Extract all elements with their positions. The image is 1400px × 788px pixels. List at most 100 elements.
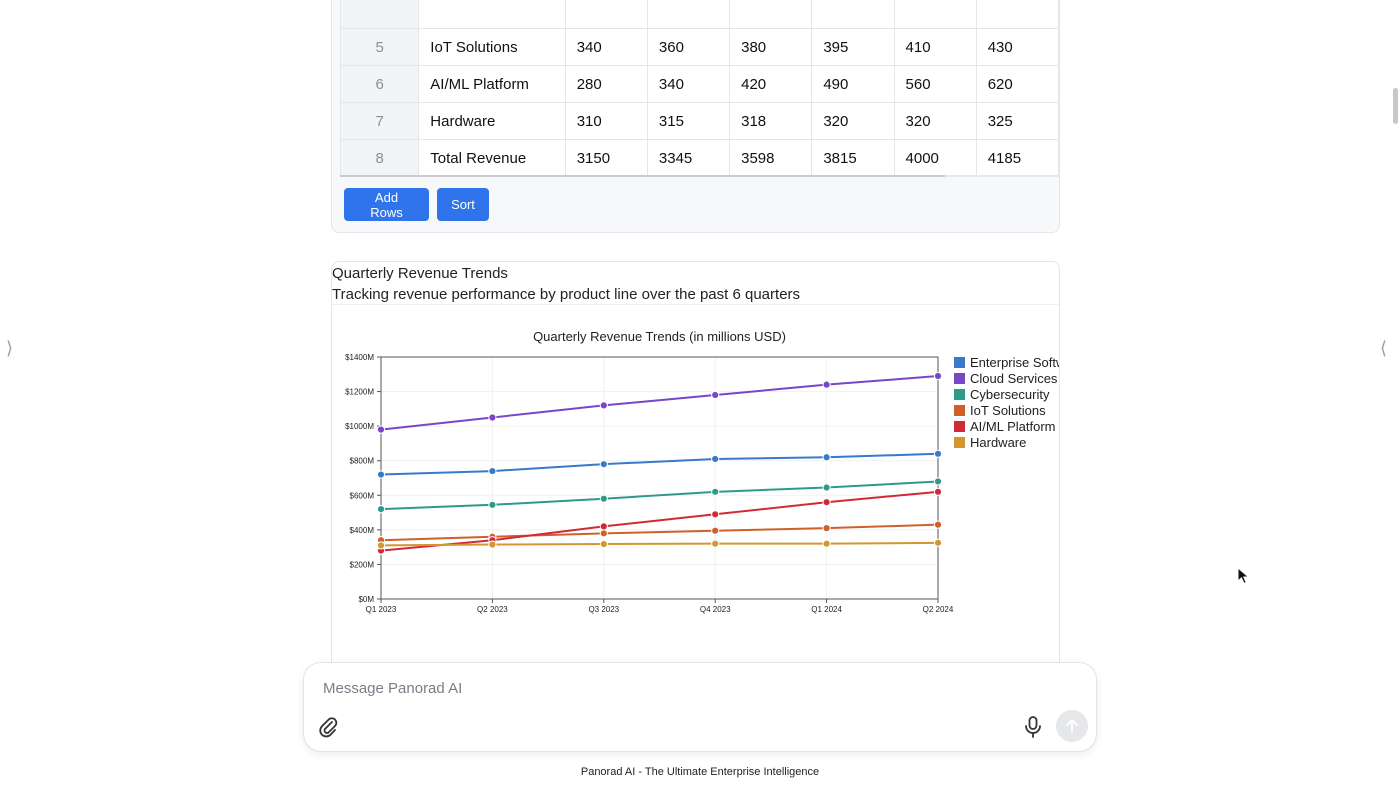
row-number: 8 bbox=[340, 139, 420, 176]
y-tick-label: $200M bbox=[350, 560, 375, 569]
table-cell[interactable]: 3815 bbox=[811, 139, 895, 176]
table-cell[interactable]: AI/ML Platform bbox=[418, 65, 566, 103]
data-point bbox=[376, 425, 386, 434]
data-point bbox=[711, 510, 720, 519]
table-cell[interactable]: 395 bbox=[811, 28, 895, 66]
y-tick-label: $0M bbox=[358, 595, 374, 604]
y-tick-label: $600M bbox=[350, 491, 375, 500]
table-cell[interactable]: 320 bbox=[811, 102, 895, 140]
data-point bbox=[599, 401, 608, 410]
send-button[interactable] bbox=[1056, 710, 1088, 742]
table-cell[interactable]: 3150 bbox=[564, 139, 648, 176]
chart-card: Quarterly Revenue Trends Tracking revenu… bbox=[331, 261, 1060, 683]
table-cell[interactable]: 360 bbox=[646, 28, 731, 66]
plot-area bbox=[381, 357, 938, 599]
table-cell[interactable]: 320 bbox=[893, 102, 977, 140]
table-cell[interactable]: 310 bbox=[564, 102, 648, 140]
message-composer bbox=[303, 662, 1097, 752]
x-tick-label: Q2 2024 bbox=[923, 605, 954, 614]
table-cell[interactable]: 430 bbox=[975, 28, 1059, 66]
table-row: 8 Total Revenue 3150 3345 3598 3815 4000… bbox=[340, 139, 1059, 176]
table-cell[interactable]: 318 bbox=[729, 102, 813, 140]
table-cell[interactable]: 3598 bbox=[729, 139, 813, 176]
chart-card-title: Quarterly Revenue Trends bbox=[332, 265, 508, 282]
row-number: 7 bbox=[340, 102, 420, 140]
paperclip-icon[interactable] bbox=[318, 716, 338, 738]
x-tick-label: Q4 2023 bbox=[700, 605, 731, 614]
table-cell[interactable]: 280 bbox=[564, 65, 648, 103]
table-cell[interactable]: 410 bbox=[893, 28, 977, 66]
table-cell[interactable]: 620 bbox=[975, 65, 1059, 103]
table-cell[interactable] bbox=[646, 0, 731, 29]
add-rows-button[interactable]: Add Rows bbox=[344, 188, 429, 221]
table-cell[interactable]: Hardware bbox=[418, 102, 566, 140]
data-point bbox=[488, 466, 497, 476]
horizontal-scrollbar-thumb[interactable] bbox=[340, 175, 945, 177]
divider bbox=[332, 304, 1059, 305]
microphone-icon[interactable] bbox=[1022, 715, 1044, 739]
table-cell[interactable] bbox=[893, 0, 977, 29]
y-tick-label: $400M bbox=[350, 526, 375, 535]
expand-left-icon[interactable]: ⟩ bbox=[6, 338, 13, 359]
table-row: 6 AI/ML Platform 280 340 420 490 560 620 bbox=[340, 65, 1059, 103]
y-tick-label: $1000M bbox=[345, 422, 374, 431]
table-cell[interactable]: 325 bbox=[975, 102, 1059, 140]
data-point bbox=[488, 500, 497, 509]
data-point bbox=[711, 390, 720, 400]
table-cell[interactable]: 4000 bbox=[893, 139, 977, 176]
table-cell[interactable] bbox=[811, 0, 895, 29]
data-point bbox=[933, 538, 943, 547]
table-cell[interactable]: 380 bbox=[729, 28, 813, 66]
data-point bbox=[711, 454, 720, 464]
table-cell[interactable] bbox=[564, 0, 648, 29]
table-cell[interactable]: 490 bbox=[811, 65, 895, 103]
data-point bbox=[599, 494, 608, 503]
data-point bbox=[488, 413, 497, 422]
table-row bbox=[340, 0, 1059, 29]
spreadsheet-table: 5 IoT Solutions 340 360 380 395 410 430 … bbox=[340, 0, 1059, 176]
line-chart: Quarterly Revenue Trends (in millions US… bbox=[345, 329, 1059, 614]
legend-swatch bbox=[954, 373, 965, 384]
row-number bbox=[340, 0, 420, 29]
x-tick-label: Q2 2023 bbox=[477, 605, 508, 614]
table-cell[interactable]: 420 bbox=[729, 65, 813, 103]
data-point bbox=[822, 498, 831, 507]
data-point bbox=[822, 453, 831, 462]
legend-swatch bbox=[954, 389, 965, 400]
data-point bbox=[822, 539, 831, 548]
expand-right-icon[interactable]: ⟨ bbox=[1380, 338, 1387, 359]
table-cell[interactable]: 560 bbox=[893, 65, 977, 103]
row-number: 6 bbox=[340, 65, 420, 103]
data-point bbox=[599, 460, 608, 469]
legend-label: Cybersecurity bbox=[970, 387, 1050, 402]
data-point bbox=[376, 541, 386, 550]
data-point bbox=[488, 540, 497, 549]
chart-card-subtitle: Tracking revenue performance by product … bbox=[332, 286, 801, 303]
y-tick-label: $1200M bbox=[345, 388, 374, 397]
table-cell[interactable] bbox=[418, 0, 566, 29]
table-cell[interactable]: 4185 bbox=[975, 139, 1059, 176]
x-tick-label: Q1 2024 bbox=[811, 605, 842, 614]
y-tick-label: $800M bbox=[350, 457, 375, 466]
table-cell[interactable]: 340 bbox=[646, 65, 731, 103]
data-point bbox=[376, 505, 386, 514]
legend-label: Hardware bbox=[970, 435, 1026, 450]
table-cell[interactable]: IoT Solutions bbox=[418, 28, 566, 66]
sort-button[interactable]: Sort bbox=[437, 188, 489, 221]
row-number: 5 bbox=[340, 28, 420, 66]
table-cell[interactable]: 340 bbox=[564, 28, 648, 66]
message-input[interactable] bbox=[321, 675, 1005, 701]
data-point bbox=[711, 487, 720, 496]
table-cell[interactable]: Total Revenue bbox=[418, 139, 566, 176]
page-scrollbar[interactable] bbox=[1393, 88, 1398, 124]
table-cell[interactable]: 3345 bbox=[646, 139, 731, 176]
table-cell[interactable] bbox=[729, 0, 813, 29]
spreadsheet-viewport: 5 IoT Solutions 340 360 380 395 410 430 … bbox=[340, 0, 1059, 176]
data-point bbox=[933, 449, 943, 458]
table-cell[interactable] bbox=[975, 0, 1059, 29]
table-cell[interactable]: 315 bbox=[646, 102, 731, 140]
legend-label: IoT Solutions bbox=[970, 403, 1046, 418]
arrow-up-icon bbox=[1066, 719, 1078, 733]
data-point bbox=[376, 470, 386, 479]
mouse-cursor-icon bbox=[1237, 567, 1250, 585]
